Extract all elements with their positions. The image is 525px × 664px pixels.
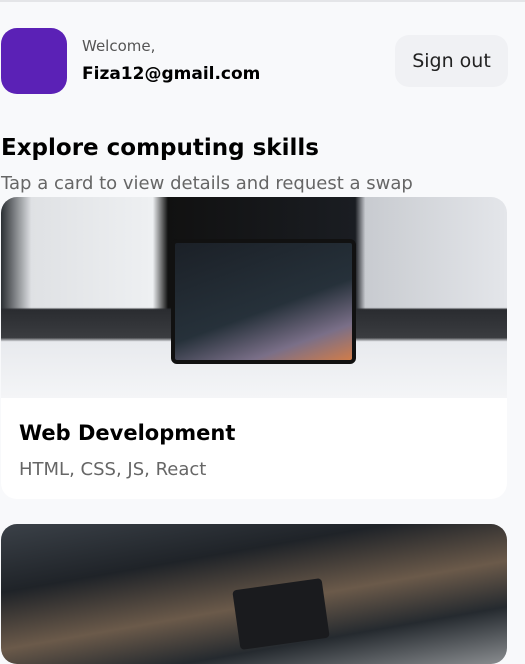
- avatar: [1, 28, 67, 94]
- page-title: Explore computing skills: [1, 135, 319, 161]
- header: Welcome, Fiza12@gmail.com Sign out: [1, 26, 508, 94]
- card-image-laptop: [1, 197, 507, 398]
- laptop-screen: [171, 239, 356, 364]
- skill-card-hardware[interactable]: [1, 524, 507, 664]
- sign-out-button[interactable]: Sign out: [395, 35, 508, 87]
- skill-card-web-development[interactable]: Web Development HTML, CSS, JS, React: [1, 197, 507, 499]
- card-image-circuit-board: [232, 578, 330, 650]
- card-title: Web Development: [19, 421, 236, 445]
- welcome-label: Welcome,: [82, 37, 156, 55]
- card-subtitle: HTML, CSS, JS, React: [19, 459, 207, 480]
- user-email: Fiza12@gmail.com: [82, 64, 261, 84]
- page-subtitle: Tap a card to view details and request a…: [1, 173, 413, 194]
